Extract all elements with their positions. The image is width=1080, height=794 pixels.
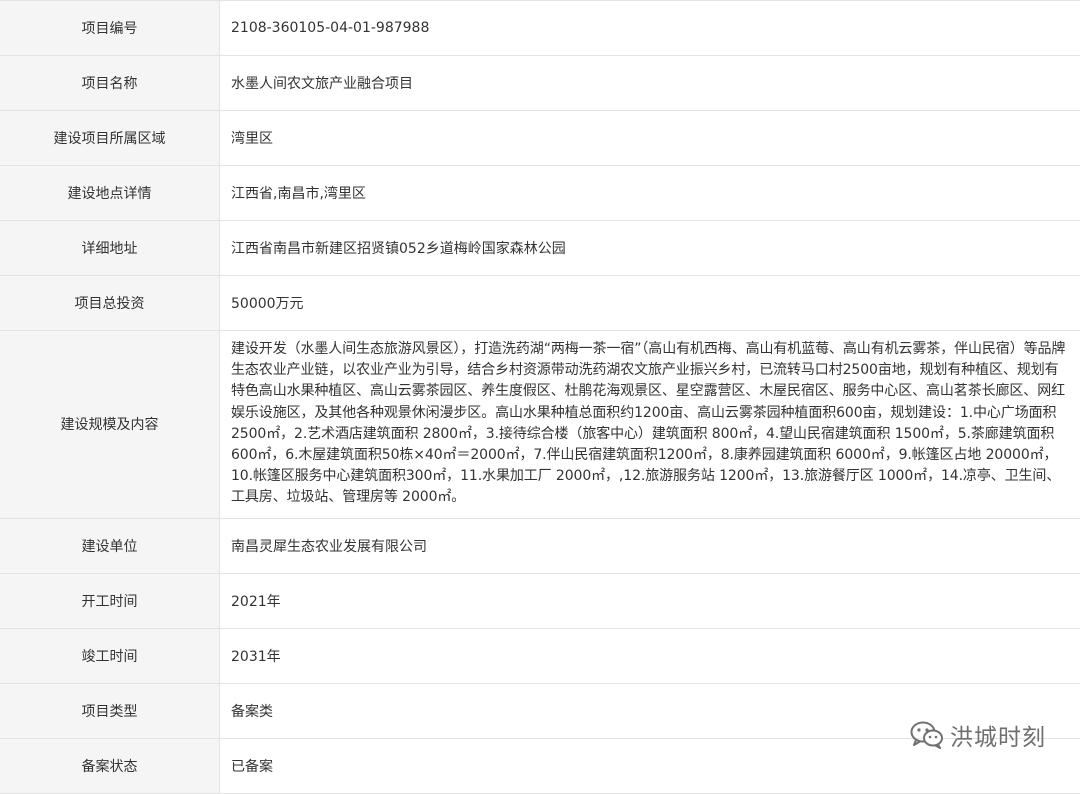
row-value: 2108-360105-04-01-987988 [220, 1, 1080, 56]
row-label: 详细地址 [0, 221, 220, 276]
row-label: 项目总投资 [0, 276, 220, 331]
row-value: 2021年 [220, 573, 1080, 628]
row-label: 建设地点详情 [0, 166, 220, 221]
wechat-icon [910, 721, 944, 749]
row-completion-time: 竣工时间 2031年 [0, 628, 1080, 683]
watermark: 洪城时刻 [910, 718, 1046, 752]
row-label: 项目编号 [0, 1, 220, 56]
row-start-time: 开工时间 2021年 [0, 573, 1080, 628]
row-label: 项目类型 [0, 683, 220, 738]
row-value: 湾里区 [220, 111, 1080, 166]
row-label: 备案状态 [0, 738, 220, 793]
row-value: 50000万元 [220, 276, 1080, 331]
row-total-investment: 项目总投资 50000万元 [0, 276, 1080, 331]
row-address: 详细地址 江西省南昌市新建区招贤镇052乡道梅岭国家森林公园 [0, 221, 1080, 276]
row-construction-scope: 建设规模及内容 建设开发（水墨人间生态旅游风景区），打造洗药湖“两梅一茶一宿”（… [0, 331, 1080, 519]
row-value: 水墨人间农文旅产业融合项目 [220, 56, 1080, 111]
row-project-name: 项目名称 水墨人间农文旅产业融合项目 [0, 56, 1080, 111]
row-value: 2031年 [220, 628, 1080, 683]
row-value: 建设开发（水墨人间生态旅游风景区），打造洗药湖“两梅一茶一宿”（高山有机西梅、高… [220, 331, 1080, 519]
row-location-detail: 建设地点详情 江西省,南昌市,湾里区 [0, 166, 1080, 221]
watermark-text: 洪城时刻 [950, 718, 1046, 752]
row-value: 南昌灵犀生态农业发展有限公司 [220, 518, 1080, 573]
row-project-region: 建设项目所属区域 湾里区 [0, 111, 1080, 166]
row-label: 建设项目所属区域 [0, 111, 220, 166]
row-label: 开工时间 [0, 573, 220, 628]
row-label: 竣工时间 [0, 628, 220, 683]
row-label: 建设规模及内容 [0, 331, 220, 519]
row-label: 建设单位 [0, 518, 220, 573]
row-developer: 建设单位 南昌灵犀生态农业发展有限公司 [0, 518, 1080, 573]
row-project-number: 项目编号 2108-360105-04-01-987988 [0, 1, 1080, 56]
project-info-table: 项目编号 2108-360105-04-01-987988 项目名称 水墨人间农… [0, 0, 1080, 794]
row-label: 项目名称 [0, 56, 220, 111]
row-value: 江西省南昌市新建区招贤镇052乡道梅岭国家森林公园 [220, 221, 1080, 276]
row-value: 江西省,南昌市,湾里区 [220, 166, 1080, 221]
